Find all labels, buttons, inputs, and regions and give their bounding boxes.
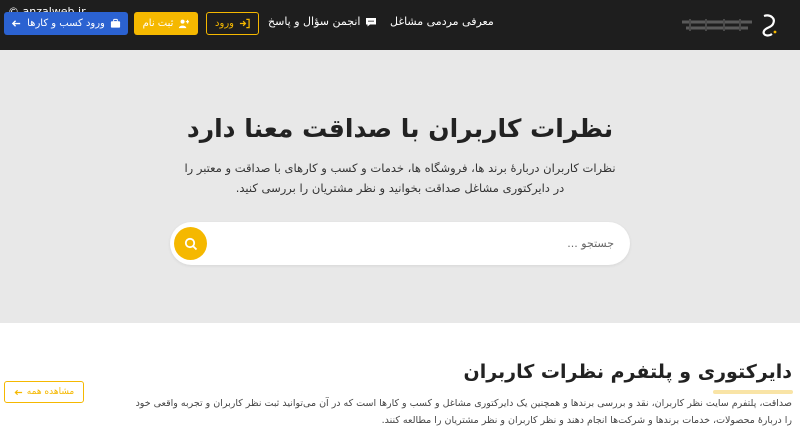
title-underline-decoration [713,390,793,394]
directory-section: دایرکتوری و پلتفرم نظرات کاربران صداقت، … [0,323,800,427]
business-login-button[interactable]: ورود کسب و کارها [4,12,128,35]
nav-forum-label: انجمن سؤال و پاسخ [268,15,361,28]
nav-intro-label: معرفی مردمی مشاغل [390,15,494,28]
search-bar [170,222,630,265]
signup-label: ثبت نام [142,18,174,29]
user-plus-icon [178,18,190,29]
search-button[interactable] [174,227,207,260]
site-logo[interactable] [680,10,780,40]
login-button[interactable]: ورود [206,12,259,35]
login-label: ورود [215,18,234,29]
view-all-button[interactable]: مشاهده همه [4,381,84,403]
section-description: صداقت، پلتفرم سایت نظر کاربران، نقد و بر… [135,398,792,426]
top-navigation-bar: © anzalweb.ir ورود کسب و کارها ثبت نام و… [0,0,800,50]
arrow-left-icon [14,388,23,397]
search-input[interactable] [220,228,620,259]
business-login-label: ورود کسب و کارها [27,18,105,29]
search-icon [184,237,198,251]
hero-description: نظرات کاربران دربارهٔ برند ها، فروشگاه ه… [184,161,616,195]
briefcase-icon [110,18,121,29]
signup-button[interactable]: ثبت نام [134,12,198,35]
view-all-label: مشاهده همه [26,387,75,397]
arrow-left-icon [11,18,22,29]
nav-intro-link[interactable]: معرفی مردمی مشاغل [390,15,494,28]
sign-in-icon [239,18,250,29]
section-title: دایرکتوری و پلتفرم نظرات کاربران [463,361,793,383]
hero-title: نظرات کاربران با صداقت معنا دارد [186,114,614,143]
nav-forum-link[interactable]: انجمن سؤال و پاسخ [268,15,377,28]
hero-section: نظرات کاربران با صداقت معنا دارد نظرات ک… [0,50,800,323]
chat-icon [365,16,377,28]
